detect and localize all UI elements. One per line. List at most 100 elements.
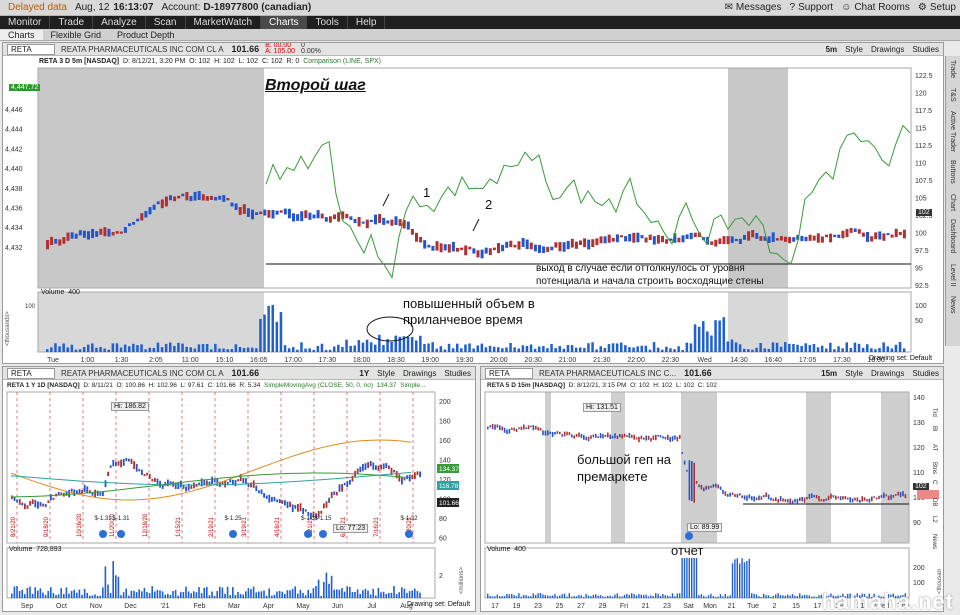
timeframe-button[interactable]: 5m bbox=[826, 45, 838, 54]
bl-volume-bar bbox=[55, 595, 57, 598]
volume-bar bbox=[333, 346, 336, 352]
candle bbox=[890, 234, 894, 238]
candle bbox=[320, 213, 324, 219]
menu-analyze[interactable]: Analyze bbox=[93, 16, 146, 29]
bl-symbol-input[interactable]: RETA bbox=[7, 367, 55, 379]
bl-candle bbox=[377, 465, 380, 471]
candle bbox=[583, 238, 587, 248]
br-volume-bar bbox=[698, 595, 700, 598]
time-axis-label: 19:30 bbox=[456, 357, 474, 364]
menu-scan[interactable]: Scan bbox=[146, 16, 186, 29]
support-icon[interactable]: ? bbox=[790, 2, 796, 13]
candle bbox=[361, 221, 365, 224]
sidebar-news[interactable]: News bbox=[949, 296, 956, 314]
br-session-shade bbox=[806, 392, 831, 543]
symbol-input[interactable]: RETA bbox=[7, 43, 55, 55]
volume-bar bbox=[111, 343, 115, 352]
bl-drawings-button[interactable]: Drawings bbox=[403, 369, 436, 378]
br-volume-bar bbox=[549, 595, 551, 598]
bl-volume-bar bbox=[237, 591, 239, 598]
candle bbox=[751, 230, 755, 238]
volume-bar bbox=[54, 343, 57, 352]
bl-right-axis-label: 160 bbox=[439, 438, 451, 445]
br-style-button[interactable]: Style bbox=[845, 369, 863, 378]
bl-volume-bar bbox=[411, 590, 413, 598]
messages-icon[interactable]: ✉ bbox=[725, 2, 733, 13]
volume-bar bbox=[882, 342, 885, 352]
br-drawings-button[interactable]: Drawings bbox=[871, 369, 904, 378]
messages-button[interactable]: Messages bbox=[736, 2, 782, 13]
volume-bar bbox=[886, 346, 889, 352]
bl-studies-button[interactable]: Studies bbox=[444, 369, 471, 378]
sidebar-buttons[interactable]: Buttons bbox=[949, 160, 956, 184]
volume-bar bbox=[201, 344, 205, 352]
bl-time-label: Nov bbox=[90, 603, 103, 610]
br-volume-bar bbox=[657, 593, 659, 598]
sidebar-level-ii[interactable]: Level II bbox=[949, 264, 956, 287]
br-candle bbox=[808, 493, 811, 499]
br-candle bbox=[789, 498, 791, 504]
bl-candle bbox=[356, 468, 359, 474]
bl-style-button[interactable]: Style bbox=[377, 369, 395, 378]
bl-volume-bar bbox=[96, 595, 99, 598]
sidebar-chart[interactable]: Chart bbox=[949, 194, 956, 211]
br-candle bbox=[883, 492, 885, 499]
subtab-flexible-grid[interactable]: Flexible Grid bbox=[43, 30, 110, 40]
menu-charts[interactable]: Charts bbox=[261, 16, 308, 29]
candle bbox=[214, 196, 218, 201]
sidebar-active-trader[interactable]: Active Trader bbox=[949, 111, 956, 152]
studies-button[interactable]: Studies bbox=[912, 45, 939, 54]
volume-bar bbox=[283, 345, 287, 352]
menu-tools[interactable]: Tools bbox=[307, 16, 348, 29]
menu-help[interactable]: Help bbox=[348, 16, 386, 29]
subtab-charts[interactable]: Charts bbox=[0, 29, 43, 40]
bl-volume-bar bbox=[359, 593, 361, 598]
bl-timeframe-button[interactable]: 1Y bbox=[359, 369, 369, 378]
br-studies-button[interactable]: Studies bbox=[912, 369, 939, 378]
candle bbox=[185, 192, 189, 201]
sidebar-trade[interactable]: Trade bbox=[949, 60, 956, 78]
br-volume-bar bbox=[542, 594, 544, 598]
sidebar-ts[interactable]: T&S bbox=[949, 88, 956, 102]
br-volume-bar bbox=[664, 595, 666, 598]
candle bbox=[197, 190, 201, 200]
menu-trade[interactable]: Trade bbox=[50, 16, 94, 29]
style-button[interactable]: Style bbox=[845, 45, 863, 54]
volume-bar bbox=[722, 317, 725, 352]
br-candle bbox=[623, 433, 626, 437]
subtab-product-depth[interactable]: Product Depth bbox=[109, 30, 183, 40]
br-candle bbox=[803, 497, 806, 503]
drawings-button[interactable]: Drawings bbox=[871, 45, 904, 54]
setup-button[interactable]: Setup bbox=[930, 2, 956, 13]
bl-price-chart[interactable]: 8/21/20 9/18/20 10/16/20 11/20/20 12/18/20 1/… bbox=[3, 380, 476, 612]
bl-drawing-set-label[interactable]: Drawing set: Default bbox=[407, 601, 470, 608]
br-volume-bar bbox=[621, 596, 623, 598]
br-volume-bar bbox=[640, 594, 642, 598]
bl-candle bbox=[60, 492, 63, 495]
bl-candle bbox=[325, 501, 328, 508]
br-symbol-input[interactable]: RETA bbox=[485, 367, 533, 379]
candle bbox=[369, 219, 373, 222]
candle bbox=[755, 232, 759, 239]
gear-icon[interactable]: ⚙ bbox=[918, 2, 927, 13]
br-volume-bar bbox=[539, 593, 542, 598]
support-button[interactable]: Support bbox=[798, 2, 833, 13]
br-volume-bar bbox=[719, 594, 722, 598]
sidebar-dashboard[interactable]: Dashboard bbox=[949, 219, 956, 253]
br-timeframe-button[interactable]: 15m bbox=[821, 369, 837, 378]
bottom-right-chart-panel: RETA REATA PHARMACEUTICALS INC C... 101.… bbox=[480, 366, 944, 612]
br-candle bbox=[842, 496, 844, 500]
br-volume-bar bbox=[683, 558, 686, 598]
menu-monitor[interactable]: Monitor bbox=[0, 16, 51, 29]
br-price-chart[interactable]: 14013012011010090$-1171923252729Fri2123S… bbox=[481, 380, 944, 612]
br-candle bbox=[650, 437, 652, 442]
candle bbox=[222, 195, 226, 202]
menu-marketwatch[interactable]: MarketWatch bbox=[186, 16, 262, 29]
drawing-set-label[interactable]: Drawing set: Default bbox=[869, 355, 932, 362]
br-candle bbox=[523, 424, 525, 430]
chat-rooms-button[interactable]: Chat Rooms bbox=[854, 2, 910, 13]
chat-icon[interactable]: ☺ bbox=[841, 2, 851, 13]
account-number[interactable]: D-18977800 (canadian) bbox=[203, 2, 311, 13]
br-candle bbox=[873, 496, 875, 498]
volume-bar bbox=[788, 343, 791, 352]
